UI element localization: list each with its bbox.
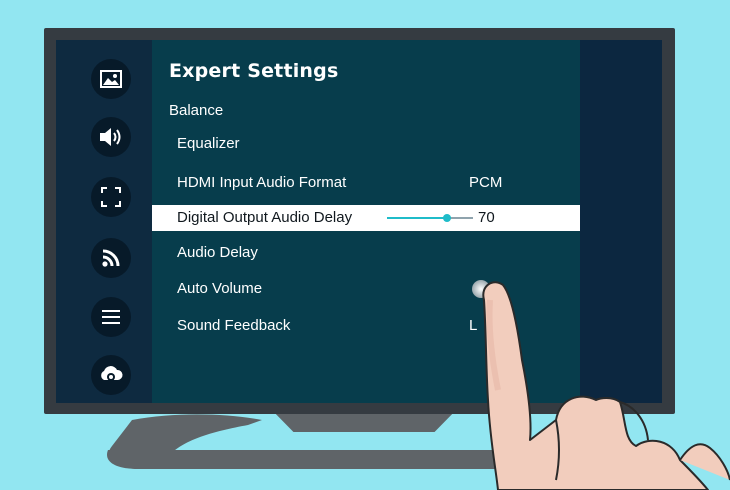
pointing-hand-illustration — [472, 280, 730, 490]
